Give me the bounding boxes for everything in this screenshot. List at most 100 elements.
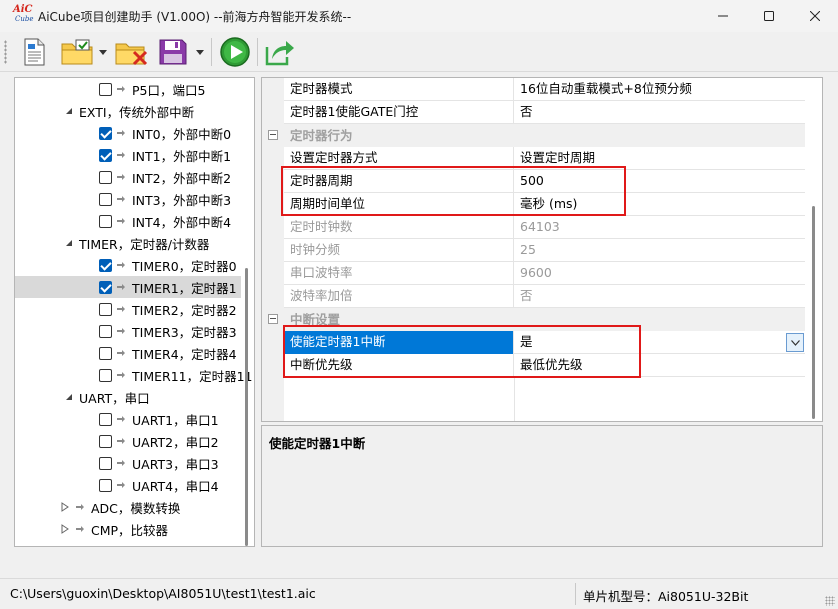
peripheral-tree[interactable]: SPI，同步串行外设接口 CMP，比较器 ADC，模数转换 UART4，串口4 UART… bbox=[14, 77, 255, 547]
tree-item[interactable]: INT2，外部中断2 bbox=[15, 166, 241, 188]
run-button[interactable] bbox=[218, 36, 252, 68]
tree-item-checkbox[interactable] bbox=[99, 479, 112, 492]
toolbar-separator-2 bbox=[257, 38, 258, 66]
minimize-button[interactable] bbox=[700, 0, 746, 32]
property-column-divider[interactable] bbox=[514, 377, 515, 421]
tree-item[interactable]: SPI，同步串行外设接口 bbox=[15, 540, 241, 547]
tree-item[interactable]: UART1，串口1 bbox=[15, 408, 241, 430]
property-value[interactable]: 25 bbox=[514, 239, 805, 262]
tree-item[interactable]: UART2，串口2 bbox=[15, 430, 241, 452]
tree-item[interactable]: UART3，串口3 bbox=[15, 452, 241, 474]
tree-node-arrow-icon bbox=[117, 130, 125, 136]
tree-item[interactable]: TIMER11，定时器11 bbox=[15, 364, 253, 386]
tree-item-checkbox[interactable] bbox=[99, 303, 112, 316]
app-logo: AiC Cube bbox=[12, 4, 34, 27]
tree-item-label: UART1，串口1 bbox=[132, 412, 219, 428]
property-row[interactable]: 串口波特率 9600 bbox=[262, 262, 805, 285]
maximize-button[interactable] bbox=[746, 0, 792, 32]
tree-node-arrow-icon bbox=[117, 306, 125, 312]
property-value[interactable]: 16位自动重载模式+8位预分频 bbox=[514, 78, 805, 101]
resize-grip[interactable] bbox=[825, 596, 835, 606]
property-value[interactable]: 9600 bbox=[514, 262, 805, 285]
open-project-button[interactable] bbox=[60, 36, 96, 68]
close-project-button[interactable] bbox=[114, 36, 150, 68]
property-scrollbar-thumb[interactable] bbox=[812, 206, 815, 419]
tree-item-checkbox[interactable] bbox=[99, 435, 112, 448]
tree-item-checkbox[interactable] bbox=[99, 193, 112, 206]
property-row[interactable]: 时钟分频 25 bbox=[262, 239, 805, 262]
tree-item[interactable]: TIMER1，定时器1 bbox=[15, 276, 241, 298]
tree-item[interactable]: TIMER2，定时器2 bbox=[15, 298, 241, 320]
tree-item[interactable]: INT1，外部中断1 bbox=[15, 144, 241, 166]
expanded-chevron-icon[interactable] bbox=[64, 392, 74, 402]
collapse-category-icon[interactable] bbox=[268, 130, 278, 140]
tree-node-arrow-icon bbox=[117, 482, 125, 488]
tree-item-checkbox[interactable] bbox=[99, 127, 112, 140]
new-project-button[interactable] bbox=[18, 36, 50, 68]
tree-item[interactable]: TIMER0，定时器0 bbox=[15, 254, 241, 276]
tree-item[interactable]: ADC，模数转换 bbox=[15, 496, 241, 518]
property-value[interactable]: 64103 bbox=[514, 216, 805, 239]
save-button[interactable] bbox=[156, 36, 190, 68]
tree-node-arrow-icon bbox=[117, 174, 125, 180]
tree-item-label: INT3，外部中断3 bbox=[132, 192, 232, 208]
tree-item[interactable]: INT0，外部中断0 bbox=[15, 122, 241, 144]
property-name: 串口波特率 bbox=[284, 262, 514, 285]
property-value[interactable]: 否 bbox=[514, 101, 805, 124]
tree-item[interactable]: EXTI，传统外部中断 bbox=[15, 100, 241, 122]
close-button[interactable] bbox=[792, 0, 838, 32]
property-category[interactable]: 定时器行为 bbox=[262, 124, 805, 147]
export-button[interactable] bbox=[262, 36, 298, 68]
value-dropdown-button[interactable] bbox=[786, 333, 804, 352]
tree-node-arrow-icon bbox=[117, 152, 125, 158]
save-dropdown-icon[interactable] bbox=[196, 50, 204, 55]
property-row-gutter bbox=[262, 78, 284, 101]
tree-item[interactable]: UART，串口 bbox=[15, 386, 241, 408]
tree-scrollbar[interactable] bbox=[240, 78, 252, 546]
tree-item-checkbox[interactable] bbox=[99, 215, 112, 228]
tree-item[interactable]: INT4，外部中断4 bbox=[15, 210, 241, 232]
collapsed-chevron-icon[interactable] bbox=[61, 546, 71, 547]
description-title: 使能定时器1中断 bbox=[269, 436, 366, 451]
tree-item-checkbox[interactable] bbox=[99, 149, 112, 162]
open-dropdown-icon[interactable] bbox=[99, 50, 107, 55]
status-bar: C:\Users\guoxin\Desktop\AI8051U\test1\te… bbox=[0, 578, 838, 609]
tree-node-arrow-icon bbox=[117, 218, 125, 224]
expanded-chevron-icon[interactable] bbox=[64, 238, 74, 248]
tree-item[interactable]: INT3，外部中断3 bbox=[15, 188, 241, 210]
tree-scrollbar-thumb[interactable] bbox=[245, 268, 248, 546]
expanded-chevron-icon[interactable] bbox=[64, 106, 74, 116]
tree-item-checkbox[interactable] bbox=[99, 83, 112, 96]
tree-item-checkbox[interactable] bbox=[99, 259, 112, 272]
property-value[interactable]: 否 bbox=[514, 285, 805, 308]
tree-item-checkbox[interactable] bbox=[99, 171, 112, 184]
tree-item-checkbox[interactable] bbox=[99, 281, 112, 294]
property-row[interactable]: 波特率加倍否 bbox=[262, 285, 805, 308]
title-bar: AiC Cube AiCube项目创建助手 (V1.00O) --前海方舟智能开… bbox=[0, 0, 838, 32]
property-scrollbar[interactable] bbox=[806, 78, 820, 421]
tree-item-checkbox[interactable] bbox=[99, 325, 112, 338]
tree-item-checkbox[interactable] bbox=[99, 457, 112, 470]
tree-node-arrow-icon bbox=[117, 196, 125, 202]
property-name: 定时器1使能GATE门控 bbox=[284, 101, 514, 124]
property-row[interactable]: 定时器1使能GATE门控否 bbox=[262, 101, 805, 124]
property-row-gutter bbox=[262, 216, 284, 239]
tree-item[interactable]: TIMER4，定时器4 bbox=[15, 342, 241, 364]
property-row[interactable]: 定时时钟数 64103 bbox=[262, 216, 805, 239]
collapse-category-icon[interactable] bbox=[268, 314, 278, 324]
tree-item-label: ADC，模数转换 bbox=[91, 500, 181, 516]
property-name: 定时器模式 bbox=[284, 78, 514, 101]
collapsed-chevron-icon[interactable] bbox=[61, 502, 71, 512]
tree-item[interactable]: P5口，端口5 bbox=[15, 78, 241, 100]
tree-item[interactable]: TIMER3，定时器3 bbox=[15, 320, 241, 342]
tree-item-checkbox[interactable] bbox=[99, 369, 112, 382]
tree-item-checkbox[interactable] bbox=[99, 347, 112, 360]
tree-item-checkbox[interactable] bbox=[99, 413, 112, 426]
toolbar-grip[interactable] bbox=[4, 40, 7, 64]
tree-item[interactable]: CMP，比较器 bbox=[15, 518, 241, 540]
property-row-gutter bbox=[262, 354, 284, 377]
property-row[interactable]: 定时器模式 16位自动重载模式+8位预分频 bbox=[262, 78, 805, 101]
tree-item[interactable]: TIMER，定时器/计数器 bbox=[15, 232, 241, 254]
collapsed-chevron-icon[interactable] bbox=[61, 524, 71, 534]
tree-item[interactable]: UART4，串口4 bbox=[15, 474, 241, 496]
